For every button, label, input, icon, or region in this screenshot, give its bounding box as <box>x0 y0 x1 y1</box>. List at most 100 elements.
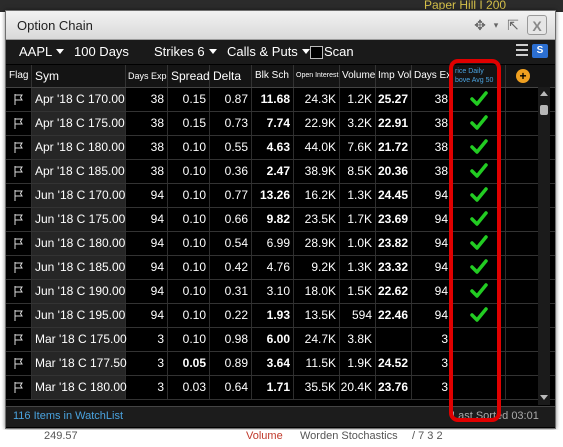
cell-days-exp: 94 <box>126 304 168 327</box>
cell-delta: 0.66 <box>210 208 252 231</box>
symbol-dropdown[interactable]: AAPL <box>19 44 65 59</box>
flag-icon[interactable] <box>6 352 32 375</box>
cell-sym: Mar '18 C 180.00 <box>32 376 127 399</box>
cell-scan-result <box>452 88 506 111</box>
cell-sym: Mar '18 C 175.00 <box>32 328 127 351</box>
cell-imp-vol: 21.72 <box>376 136 412 159</box>
cell-open-interest: 16.2K <box>294 184 340 207</box>
cell-delta: 0.73 <box>210 112 252 135</box>
cell-volume: 7.6K <box>340 136 376 159</box>
cell-volume: 1.2K <box>340 88 376 111</box>
background-bottom-strip: 249.57 Volume Worden Stochastics / 7 3 2 <box>0 430 563 447</box>
col-header-delta[interactable]: Delta <box>210 65 252 87</box>
cell-days-exp-2: 94 <box>412 280 452 303</box>
col-header-spread[interactable]: Spread <box>168 65 210 87</box>
table-row[interactable]: Apr '18 C 170.00 38 0.15 0.87 11.68 24.3K 1.2K… <box>6 88 555 112</box>
cell-days-exp-2: 94 <box>412 304 452 327</box>
col-header-flag[interactable]: Flag <box>6 65 32 87</box>
cell-scan-result <box>452 352 506 375</box>
cell-delta: 0.64 <box>210 376 252 399</box>
col-header-imp-vol[interactable]: Imp Vol <box>376 65 412 87</box>
cell-open-interest: 28.9K <box>294 232 340 255</box>
cell-days-exp-2: 94 <box>412 184 452 207</box>
cell-blk-sch: 7.74 <box>252 112 294 135</box>
toolbar: AAPL 100 Days Strikes 6 Calls & Puts Sca… <box>6 40 555 64</box>
table-row[interactable]: Apr '18 C 180.00 38 0.10 0.55 4.63 44.0K 7.6K 2… <box>6 136 555 160</box>
flag-icon[interactable] <box>6 256 32 279</box>
add-column-icon[interactable]: + <box>516 69 530 83</box>
cell-spread: 0.10 <box>168 208 210 231</box>
cell-days-exp: 38 <box>126 136 168 159</box>
flag-icon[interactable] <box>6 88 32 111</box>
title-bar[interactable]: Option Chain ✥ ▾ ⇱ X <box>6 11 555 40</box>
col-header-days-exp[interactable]: Days Exp <box>126 65 168 87</box>
cell-imp-vol: 22.46 <box>376 304 412 327</box>
last-sorted: Last Sorted 03:01 <box>452 410 539 422</box>
window-title: Option Chain <box>17 18 93 33</box>
table-row[interactable]: Jun '18 C 175.00 94 0.10 0.66 9.82 23.5K 1.7K 2… <box>6 208 555 232</box>
bg-bottom-text-1: 249.57 <box>44 430 78 442</box>
cell-imp-vol: 23.82 <box>376 232 412 255</box>
vertical-scrollbar[interactable] <box>538 87 550 405</box>
table-row[interactable]: Apr '18 C 185.00 38 0.10 0.36 2.47 38.9K 8.5K 2… <box>6 160 555 184</box>
col-header-blk-sch[interactable]: Blk Sch <box>252 65 294 87</box>
flag-icon[interactable] <box>6 136 32 159</box>
close-button[interactable]: X <box>527 15 547 35</box>
cell-scan-result <box>452 280 506 303</box>
cell-volume: 8.5K <box>340 160 376 183</box>
table-row[interactable]: Apr '18 C 175.00 38 0.15 0.73 7.74 22.9K 3.2K 2… <box>6 112 555 136</box>
scan-checkbox[interactable] <box>310 46 323 59</box>
flag-icon[interactable] <box>6 328 32 351</box>
calls-puts-dropdown[interactable]: Calls & Puts <box>227 44 310 59</box>
table-row[interactable]: Jun '18 C 180.00 94 0.10 0.54 6.99 28.9K 1.0K 2… <box>6 232 555 256</box>
flag-icon[interactable] <box>6 184 32 207</box>
strikes-dropdown[interactable]: Strikes 6 <box>154 44 217 59</box>
days-dropdown[interactable]: 100 Days <box>74 44 129 59</box>
table-row[interactable]: Jun '18 C 185.00 94 0.10 0.42 4.76 9.2K 1.3K 23… <box>6 256 555 280</box>
table-row[interactable]: Mar '18 C 177.50 3 0.05 0.89 3.64 11.5K 1.9K 24… <box>6 352 555 376</box>
scroll-up-icon[interactable] <box>540 91 548 96</box>
table-row[interactable]: Mar '18 C 180.00 3 0.03 0.64 1.71 35.5K 20.4K 2… <box>6 376 555 400</box>
cell-days-exp-2: 38 <box>412 136 452 159</box>
cell-scan-result <box>452 112 506 135</box>
cell-imp-vol: 25.27 <box>376 88 412 111</box>
cell-days-exp-2: 3 <box>412 352 452 375</box>
cell-open-interest: 35.5K <box>294 376 340 399</box>
table-row[interactable]: Jun '18 C 195.00 94 0.10 0.22 1.93 13.5K 594 22… <box>6 304 555 328</box>
cell-scan-result <box>452 304 506 327</box>
flag-icon[interactable] <box>6 304 32 327</box>
scroll-down-icon[interactable] <box>540 395 548 400</box>
table-row[interactable]: Mar '18 C 175.00 3 0.10 0.98 6.00 24.7K 3.8K 3 <box>6 328 555 352</box>
cell-volume: 3.2K <box>340 112 376 135</box>
cell-spread: 0.10 <box>168 184 210 207</box>
cell-volume: 3.8K <box>340 328 376 351</box>
hamburger-menu-icon[interactable] <box>516 44 528 59</box>
scroll-thumb[interactable] <box>540 105 548 115</box>
table-row[interactable]: Jun '18 C 190.00 94 0.10 0.31 3.10 18.0K 1.5K 2… <box>6 280 555 304</box>
flag-icon[interactable] <box>6 160 32 183</box>
s-menu-button[interactable]: S <box>532 44 548 58</box>
checkmark-icon <box>469 259 488 278</box>
col-header-sym[interactable]: Sym <box>32 65 126 87</box>
cell-days-exp-2: 94 <box>412 208 452 231</box>
table-row[interactable]: Jun '18 C 170.00 94 0.10 0.77 13.26 16.2K 1.3K… <box>6 184 555 208</box>
col-header-custom-scan[interactable]: rice Daily bove Avg 50 <box>452 65 506 87</box>
col-header-open-interest[interactable]: Open Interest <box>294 65 340 87</box>
cell-sym: Apr '18 C 180.00 <box>32 136 126 159</box>
flag-icon[interactable] <box>6 232 32 255</box>
col-header-volume[interactable]: Volume <box>340 65 376 87</box>
cell-blk-sch: 13.26 <box>252 184 294 207</box>
flag-icon[interactable] <box>6 376 32 399</box>
col-header-days-exp-2[interactable]: Days Exp <box>412 65 452 87</box>
popout-icon[interactable]: ⇱ <box>503 15 523 35</box>
cell-sym: Jun '18 C 190.00 <box>32 280 126 303</box>
flag-icon[interactable] <box>6 280 32 303</box>
cell-imp-vol: 22.62 <box>376 280 412 303</box>
flag-icon[interactable] <box>6 208 32 231</box>
items-count: 116 Items in WatchList <box>13 410 124 422</box>
cell-scan-result <box>452 136 506 159</box>
flag-icon[interactable] <box>6 112 32 135</box>
cell-scan-result <box>452 208 506 231</box>
cell-blk-sch: 4.76 <box>252 256 294 279</box>
cell-volume: 1.0K <box>340 232 376 255</box>
